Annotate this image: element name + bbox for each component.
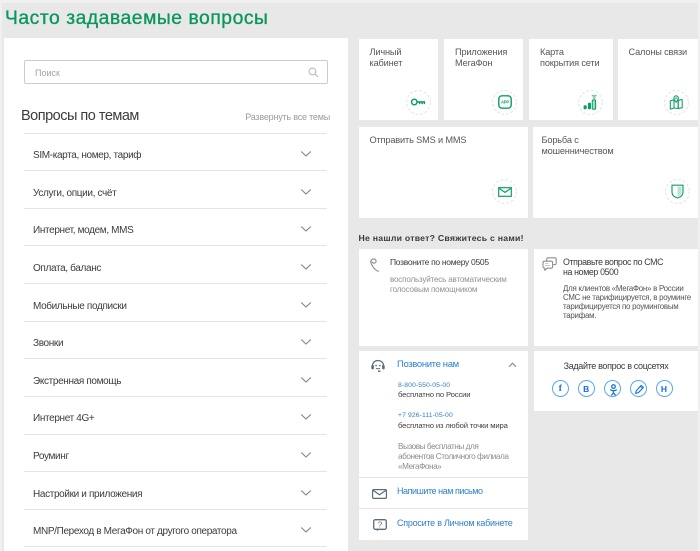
svg-text:APP: APP [501,100,509,105]
svg-text:?: ? [377,520,382,529]
